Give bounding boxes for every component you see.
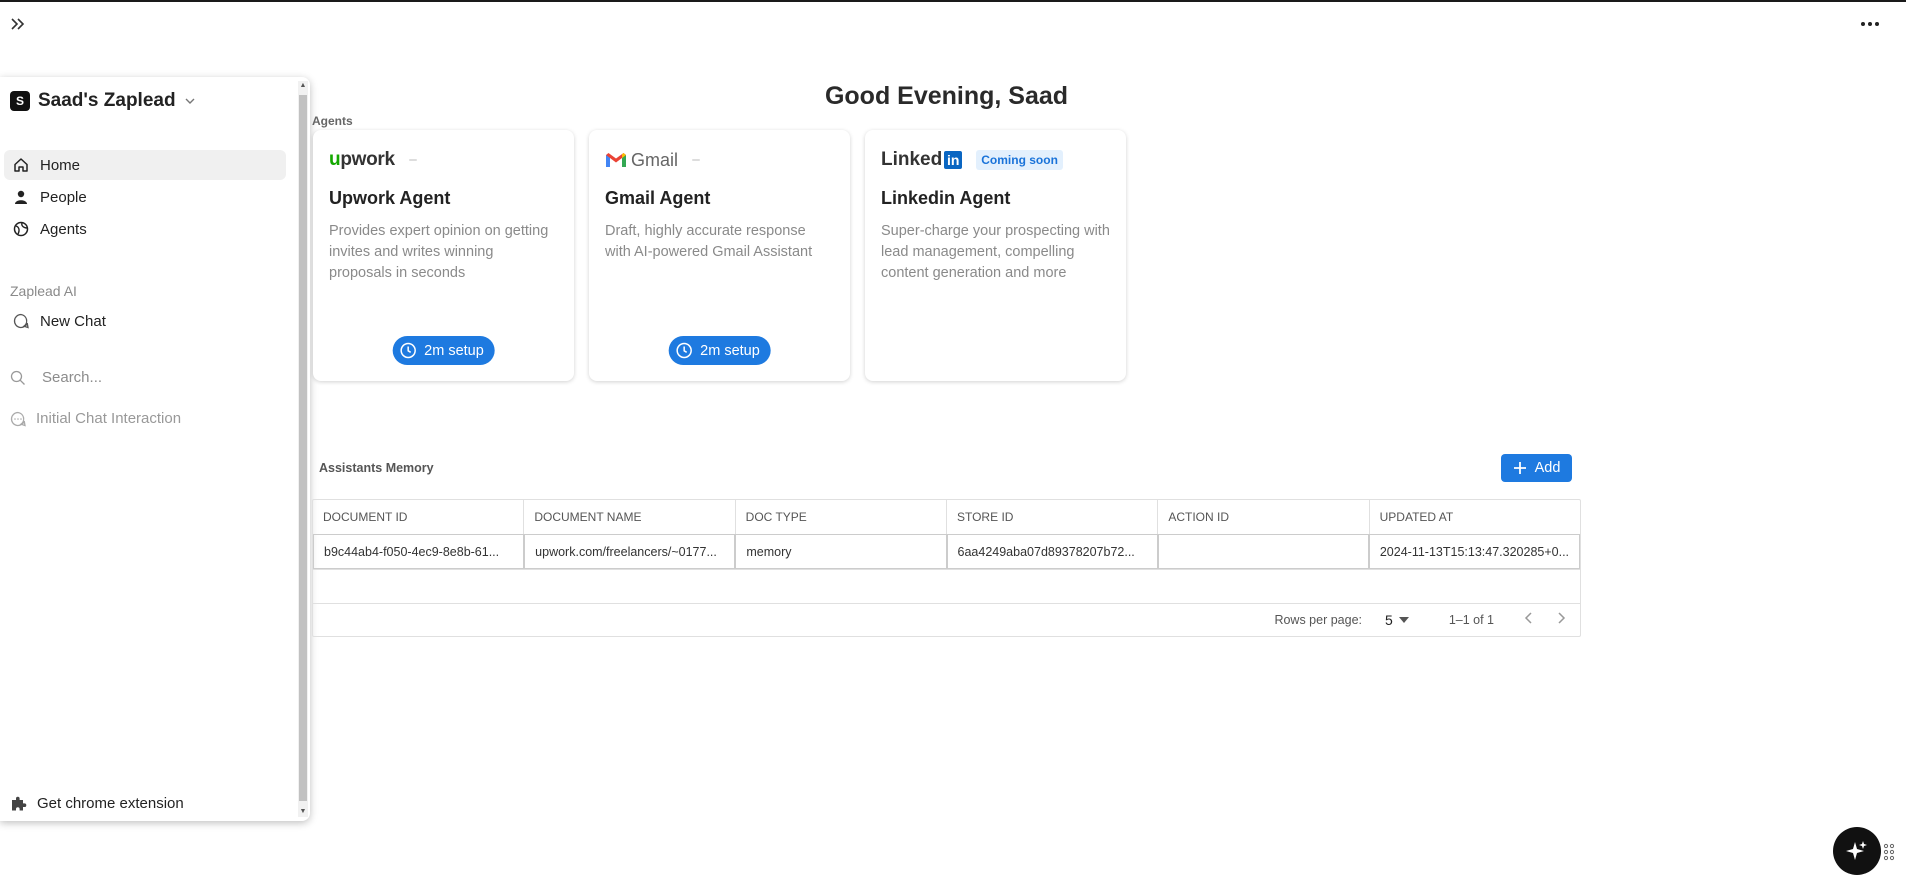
- chat-title: Initial Chat Interaction: [36, 410, 182, 427]
- sidebar-item-label: Agents: [40, 220, 87, 238]
- clock-icon: [399, 342, 416, 359]
- setup-label: 2m setup: [424, 342, 484, 359]
- more-options-icon[interactable]: [1858, 14, 1882, 34]
- coming-soon-badge: Coming soon: [976, 150, 1063, 170]
- next-page-icon[interactable]: [1556, 611, 1566, 630]
- sidebar-item-label: Home: [40, 156, 81, 174]
- rows-per-page-label: Rows per page:: [1274, 613, 1363, 627]
- column-header[interactable]: DOC TYPE: [736, 500, 947, 534]
- new-chat-label: New Chat: [40, 312, 106, 330]
- expand-sidebar-icon[interactable]: [8, 14, 28, 34]
- workspace-switcher[interactable]: S Saad's Zaplead: [10, 90, 196, 112]
- search-icon: [10, 370, 25, 385]
- separator: [408, 159, 417, 161]
- linkedin-logo: Linked in: [881, 149, 963, 171]
- agent-card-linkedin[interactable]: Linked in Coming soon Linkedin Agent Sup…: [865, 130, 1126, 381]
- add-memory-button[interactable]: Add: [1501, 454, 1572, 482]
- page-title: Good Evening, Saad: [824, 82, 1069, 110]
- sidebar: S Saad's Zaplead Home People Agents Zapl…: [0, 77, 310, 821]
- get-chrome-extension-link[interactable]: Get chrome extension: [10, 795, 184, 812]
- column-header[interactable]: DOCUMENT NAME: [524, 500, 736, 534]
- new-chat-button[interactable]: New Chat: [4, 306, 286, 336]
- column-header[interactable]: STORE ID: [947, 500, 1159, 534]
- add-label: Add: [1534, 460, 1561, 476]
- home-icon: [12, 156, 30, 174]
- sidebar-item-home[interactable]: Home: [4, 150, 286, 180]
- upwork-logo: upwork: [329, 149, 395, 170]
- workspace-name: Saad's Zaplead: [38, 90, 176, 111]
- sidebar-scrollbar[interactable]: ▲ ▼: [298, 81, 308, 817]
- empty-table-row: [313, 570, 1580, 604]
- column-header[interactable]: DOCUMENT ID: [313, 500, 525, 534]
- scroll-up-arrow-icon[interactable]: ▲: [299, 81, 307, 91]
- table-cell[interactable]: b9c44ab4-f050-4ec9-8e8b-61...: [313, 534, 525, 569]
- pagination-range: 1–1 of 1: [1448, 613, 1494, 627]
- gmail-logo: Gmail: [605, 150, 678, 171]
- table-row[interactable]: b9c44ab4-f050-4ec9-8e8b-61... upwork.com…: [313, 534, 1581, 570]
- table-header-row: DOCUMENT ID DOCUMENT NAME DOC TYPE STORE…: [313, 500, 1580, 535]
- sidebar-item-label: People: [40, 188, 87, 206]
- drag-handle-icon[interactable]: [1883, 842, 1895, 862]
- agent-description: Provides expert opinion on getting invit…: [329, 223, 549, 281]
- sidebar-item-people[interactable]: People: [4, 182, 286, 212]
- agents-section-label: Agents: [312, 114, 353, 128]
- agent-card-upwork[interactable]: upwork Upwork Agent Provides expert opin…: [313, 130, 574, 381]
- search-input[interactable]: [40, 368, 264, 387]
- workspace-avatar: S: [10, 91, 30, 111]
- table-cell[interactable]: upwork.com/freelancers/~0177...: [524, 534, 736, 569]
- memory-table: DOCUMENT ID DOCUMENT NAME DOC TYPE STORE…: [312, 499, 1581, 637]
- setup-button[interactable]: 2m setup: [668, 336, 771, 365]
- table-pagination: Rows per page: 5 1–1 of 1: [313, 604, 1580, 636]
- scroll-down-arrow-icon[interactable]: ▼: [299, 807, 307, 817]
- scrollbar-thumb[interactable]: [299, 95, 307, 801]
- memory-section-title: Assistants Memory: [319, 461, 434, 475]
- ai-assistant-sparkle-button[interactable]: [1833, 827, 1881, 875]
- chat-search: [10, 368, 264, 387]
- puzzle-piece-icon: [12, 796, 27, 811]
- chrome-extension-label: Get chrome extension: [37, 795, 184, 812]
- agent-title: Linkedin Agent: [881, 188, 1011, 208]
- section-label-zaplead-ai: Zaplead AI: [10, 283, 77, 299]
- plus-icon: [1513, 462, 1526, 474]
- separator: [692, 159, 701, 161]
- agent-description: Super-charge your prospecting with lead …: [881, 223, 1110, 281]
- previous-page-icon[interactable]: [1524, 611, 1534, 630]
- globe-icon: [12, 220, 30, 238]
- table-cell[interactable]: 2024-11-13T15:13:47.320285+0...: [1368, 534, 1581, 569]
- table-cell[interactable]: 6aa4249aba07d89378207b72...: [946, 534, 1158, 569]
- chat-bubble-dots-icon: [10, 411, 26, 426]
- agent-description: Draft, highly accurate response with AI-…: [605, 223, 813, 260]
- person-icon: [12, 188, 30, 206]
- setup-label: 2m setup: [700, 342, 760, 359]
- chat-list-item[interactable]: Initial Chat Interaction: [10, 410, 181, 427]
- sidebar-item-agents[interactable]: Agents: [4, 214, 286, 244]
- column-header[interactable]: UPDATED AT: [1370, 500, 1580, 534]
- agent-title: Upwork Agent: [329, 188, 451, 208]
- agent-title: Gmail Agent: [605, 188, 711, 208]
- column-header[interactable]: ACTION ID: [1158, 500, 1370, 534]
- agent-card-gmail[interactable]: Gmail Gmail Agent Draft, highly accurate…: [589, 130, 850, 381]
- table-cell[interactable]: memory: [735, 534, 947, 569]
- table-cell[interactable]: [1157, 534, 1369, 569]
- caret-down-icon: [1398, 617, 1409, 623]
- chat-bubble-icon: [12, 312, 30, 330]
- chevron-down-icon: [185, 98, 195, 104]
- rows-per-page-select[interactable]: 5: [1385, 612, 1409, 628]
- top-border: [0, 0, 1906, 2]
- sparkle-icon: [1846, 841, 1867, 860]
- clock-icon: [675, 342, 692, 359]
- setup-button[interactable]: 2m setup: [392, 336, 495, 365]
